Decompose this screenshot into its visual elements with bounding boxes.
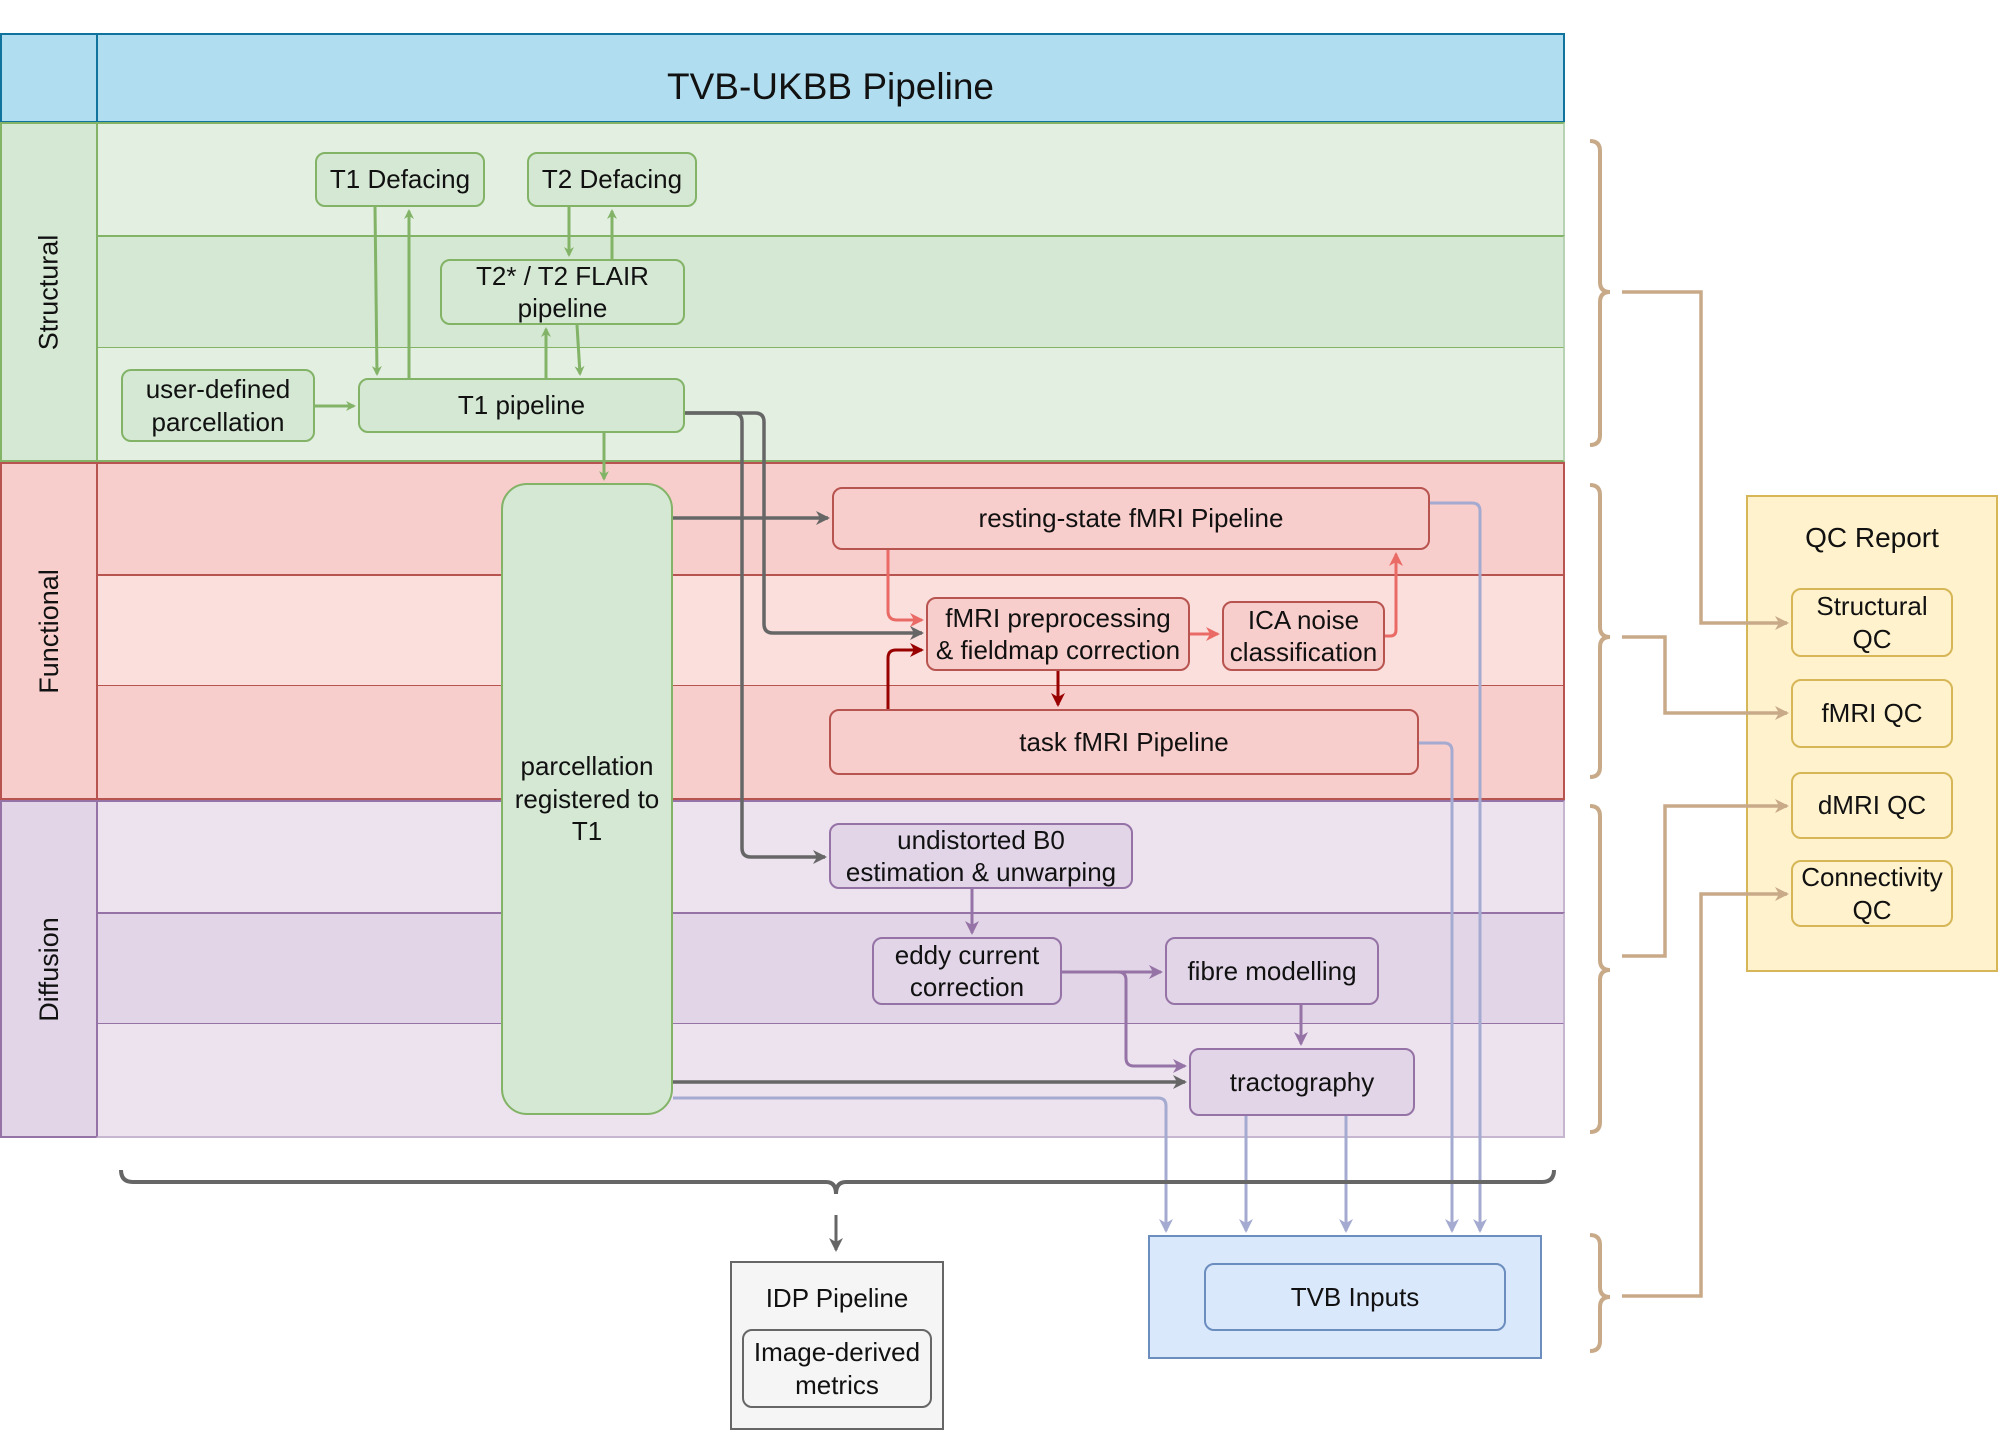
arrow-flair-to-t1pipe xyxy=(574,324,585,376)
arrow-ica-to-resting xyxy=(1385,552,1403,638)
functional-brace xyxy=(1589,483,1611,779)
idp-brace xyxy=(119,1169,1556,1195)
tvb-brace xyxy=(1589,1233,1611,1353)
arrow-parcreg-to-tvb xyxy=(673,1096,1173,1233)
arrow-t1pipe-to-fmriprep xyxy=(685,411,924,640)
arrow-eddy-to-tracto xyxy=(1062,970,1187,1073)
arrow-diffusion-to-qc xyxy=(1622,799,1789,958)
arrow-functional-to-qc xyxy=(1622,635,1789,720)
arrow-t1pipe-to-b0 xyxy=(685,411,827,864)
diffusion-brace xyxy=(1589,804,1611,1134)
arrow-task-to-fmriprep xyxy=(886,643,924,709)
arrow-resting-to-tvb xyxy=(1430,501,1487,1233)
structural-brace xyxy=(1589,139,1611,447)
arrow-resting-to-fmriprep xyxy=(886,550,924,627)
connectors-layer xyxy=(119,139,1789,1353)
arrow-t1def-to-t1pipe xyxy=(371,206,382,376)
arrow-task-to-tvb xyxy=(1419,741,1459,1233)
arrow-structural-to-qc xyxy=(1622,290,1789,630)
